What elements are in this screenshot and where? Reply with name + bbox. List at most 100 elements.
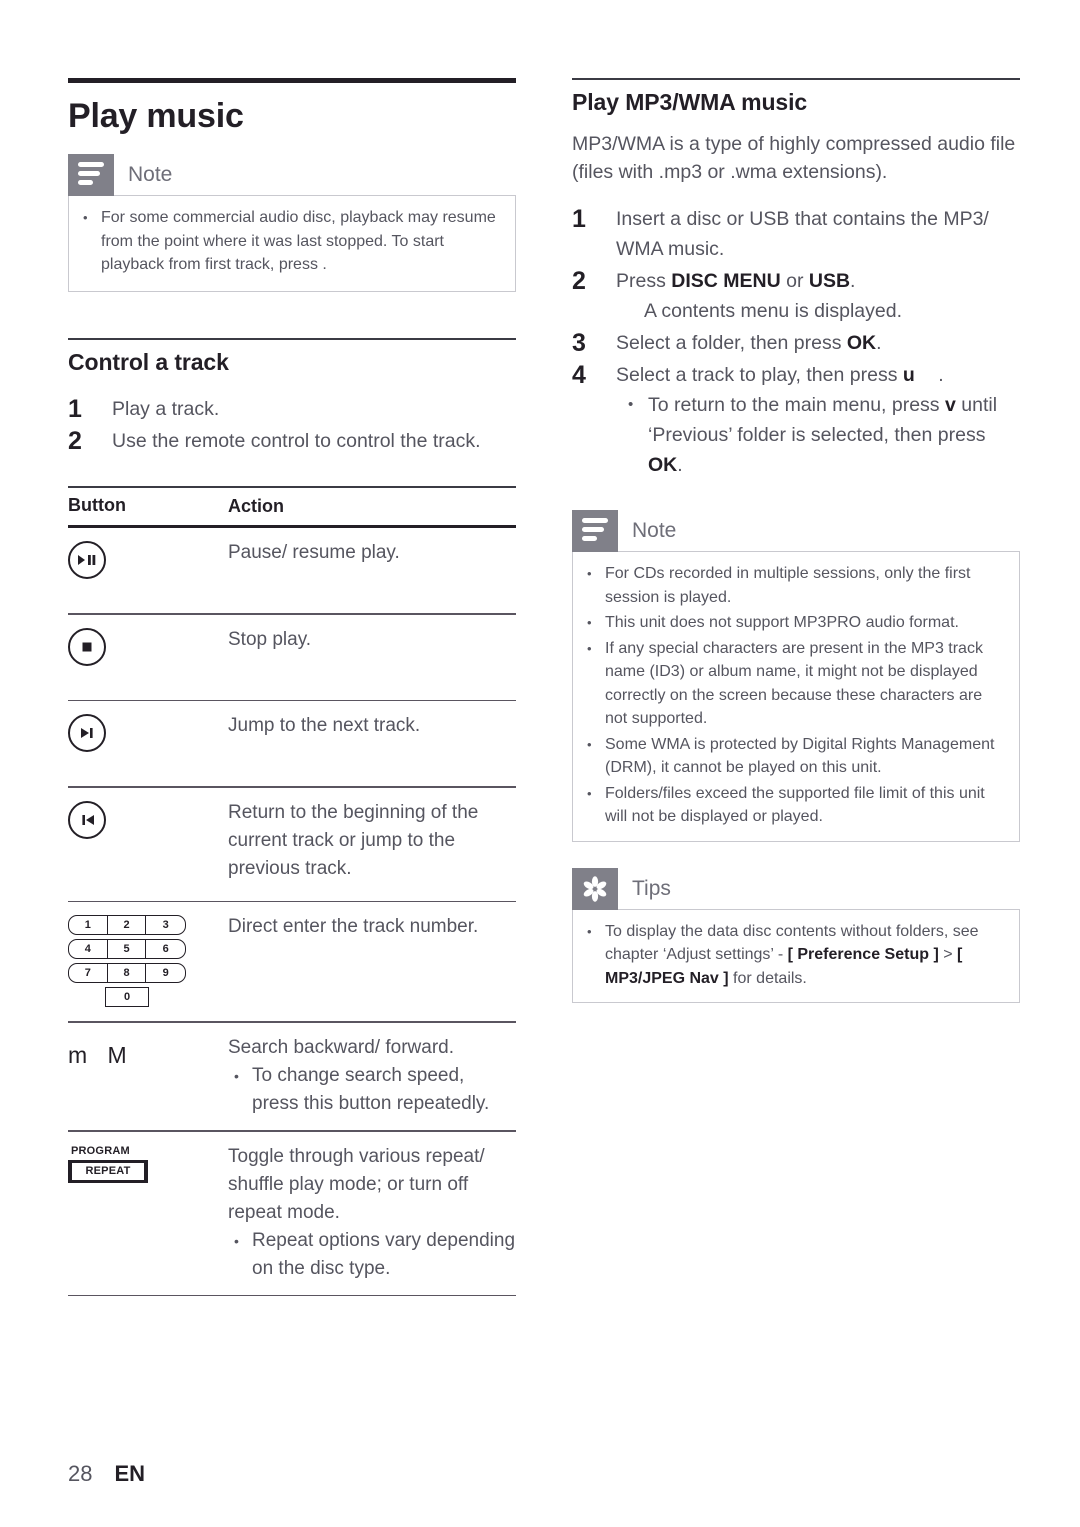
table-cell-action: Pause/ resume play. — [228, 542, 400, 563]
keypad-key: 4 — [69, 940, 108, 959]
table-cell-action: Direct enter the track number. — [228, 916, 479, 938]
tips-text-mid: > — [938, 946, 957, 963]
bullet-dot-icon: • — [587, 640, 592, 656]
keypad-key: 6 — [162, 943, 169, 956]
keypad-key: 7 — [69, 964, 108, 983]
table-header-button: Button — [68, 494, 126, 515]
step-text-post: . — [932, 364, 944, 386]
down-key-glyph: v — [944, 394, 956, 416]
table-row: m M Search backward/ forward. • To chang… — [68, 1023, 516, 1130]
table-row: Jump to the next track. — [68, 701, 516, 786]
play-key-glyph: u — [902, 364, 915, 386]
note-bullet-text: If any special characters are present in… — [605, 639, 983, 728]
keypad-key: 2 — [108, 916, 147, 935]
step-text: Insert a disc or USB that contains the M… — [616, 208, 989, 260]
program-label: PROGRAM — [71, 1144, 130, 1157]
left-column: Play music Note • For some commercial au… — [68, 78, 516, 1297]
note-bullet-text: Some WMA is protected by Digital Rights … — [605, 735, 995, 777]
step-item: 4 Select a track to play, then press u .… — [572, 360, 1020, 480]
step-text-pre: Press — [616, 270, 672, 292]
action-sub-bullet: • To change search speed, press this but… — [234, 1062, 516, 1118]
program-repeat-button-icon: PROGRAM REPEAT — [68, 1145, 164, 1183]
step-item: 2 Use the remote control to control the … — [68, 426, 516, 456]
step-item: 1 Play a track. — [68, 394, 516, 424]
note-bullet-text: Folders/files exceed the supported file … — [605, 784, 985, 826]
section-rule-control-track — [68, 337, 516, 340]
table-row: Stop play. — [68, 615, 516, 700]
keypad-key: 8 — [108, 964, 147, 983]
section-title-control-track: Control a track — [68, 348, 229, 375]
note-box-right: Note • For CDs recorded in multiple sess… — [572, 510, 1020, 842]
note-bullet: • For some commercial audio disc, playba… — [83, 206, 501, 277]
step-item: 3 Select a folder, then press OK. — [572, 328, 1020, 358]
search-backward-forward-icon: m M — [68, 1041, 134, 1068]
bullet-dot-icon: • — [587, 923, 592, 939]
step-text-post: . — [876, 332, 882, 354]
note-bullet: • Folders/files exceed the supported fil… — [587, 782, 1005, 829]
bullet-dot-icon: • — [587, 736, 592, 752]
table-cell-action: Stop play. — [228, 628, 312, 650]
step-number: 4 — [572, 361, 586, 389]
usb-key-label: USB — [808, 270, 851, 292]
bullet-dot-icon: • — [83, 210, 88, 225]
step-item: 1 Insert a disc or USB that contains the… — [572, 204, 1020, 264]
bullet-dot-icon: • — [628, 396, 634, 413]
table-bottom-rule — [68, 1294, 516, 1297]
footer-page-number: 28 — [68, 1461, 93, 1486]
keypad-key: 9 — [162, 967, 169, 980]
step-text-post: . — [850, 270, 856, 292]
tips-bullet-text: To display the data disc contents withou… — [605, 920, 1005, 991]
manual-page: Play music Note • For some commercial au… — [0, 0, 1080, 1527]
bullet-dot-icon: • — [234, 1067, 239, 1084]
step-text: Select a track to play, then press u . •… — [616, 360, 1020, 480]
step-number: 2 — [68, 426, 82, 455]
table-row: Pause/ resume play. — [68, 528, 516, 613]
sub-text-pre: To return to the main menu, press — [648, 394, 945, 416]
next-track-button-icon — [68, 714, 106, 753]
keypad-key: 3 — [162, 919, 169, 932]
keypad-key-zero: 0 — [105, 987, 149, 1008]
note-box-right-header: Note — [572, 510, 1020, 552]
numeric-keypad-icon: 1 2 3 4 5 6 7 8 9 0 — [68, 915, 186, 1008]
note-bullet-text: For some commercial audio disc, playback… — [101, 209, 496, 273]
keypad-key: 5 — [108, 940, 147, 959]
page-footer: 28 EN — [68, 1461, 145, 1487]
mp3-intro-paragraph: MP3/WMA is a type of highly compressed a… — [572, 133, 1016, 183]
play-pause-button-icon — [68, 541, 106, 579]
table-cell-action: Jump to the next track. — [228, 715, 421, 737]
tips-box: Tips • To display the data disc contents… — [572, 867, 1020, 1003]
action-sub-bullet: • Repeat options vary depending on the d… — [234, 1227, 516, 1283]
bullet-dot-icon: • — [587, 566, 592, 581]
footer-language: EN — [114, 1461, 146, 1486]
step4-sub-text: To return to the main menu, press v unti… — [648, 390, 1020, 480]
button-action-table: Button Action Pause/ resume play. Stop p… — [68, 485, 516, 1297]
note-bullet: • If any special characters are present … — [587, 637, 1005, 731]
step-number: 1 — [68, 394, 82, 423]
note-lines-icon — [68, 154, 114, 196]
note-box-left-body: • For some commercial audio disc, playba… — [68, 195, 516, 292]
keypad-key: 1 — [69, 916, 108, 935]
tips-box-title: Tips — [632, 876, 671, 900]
tips-box-body: • To display the data disc contents with… — [572, 908, 1020, 1003]
preference-setup-label: [ Preference Setup ] — [787, 946, 939, 963]
section-rule-mp3 — [572, 78, 1020, 80]
note-lines-icon — [572, 510, 618, 552]
step-text-pre: Select a track to play, then press — [616, 364, 903, 386]
step-item: 2 Press DISC MENU or USB. A contents men… — [572, 266, 1020, 326]
bullet-dot-icon: • — [587, 615, 592, 630]
action-main-text: Search backward/ forward. — [228, 1036, 454, 1058]
disc-menu-key-label: DISC MENU — [671, 270, 781, 292]
right-column: Play MP3/WMA music MP3/WMA is a type of … — [572, 78, 1020, 1003]
ok-key-label: OK — [648, 454, 678, 476]
table-cell-action: Search backward/ forward. • To change se… — [228, 1034, 516, 1118]
note-box-left-title: Note — [128, 163, 173, 186]
table-header-action: Action — [228, 495, 284, 516]
tips-bullet: • To display the data disc contents with… — [587, 920, 1005, 991]
table-header-row: Button Action — [68, 488, 516, 525]
section-title-mp3: Play MP3/WMA music — [572, 89, 808, 115]
note-bullet: • This unit does not support MP3PRO audi… — [587, 611, 1005, 635]
action-main-text: Toggle through various repeat/ shuffle p… — [228, 1145, 485, 1223]
stop-button-icon — [68, 627, 106, 666]
tips-text-post: for details. — [728, 969, 807, 987]
ok-key-label: OK — [846, 332, 877, 354]
